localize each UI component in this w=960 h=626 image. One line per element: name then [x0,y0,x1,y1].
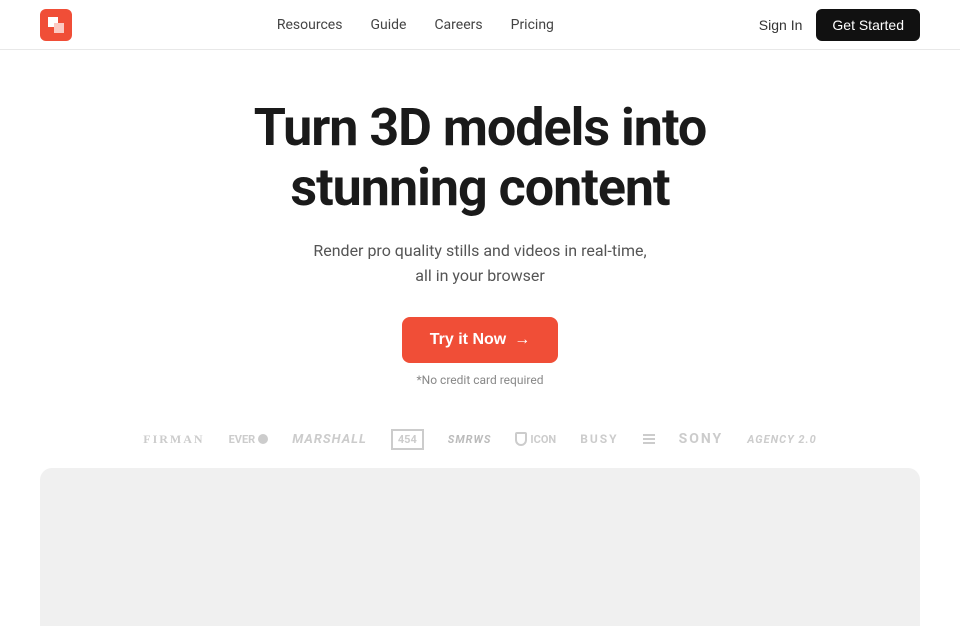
arrow-icon: → [514,331,530,349]
brand-sony: SONY [679,431,724,447]
get-started-button[interactable]: Get Started [816,9,920,41]
hero-subtitle: Render pro quality stills and videos in … [40,238,920,289]
brand-agency: Agency 2.0 [747,433,817,446]
brand-smrws: SMRWS [448,433,492,446]
nav-resources[interactable]: Resources [277,17,343,33]
brand-ever: EVER [229,433,269,446]
brand-icon: ICON [515,432,556,446]
brand-bars [643,434,655,444]
brand-logos: FIRMAN EVER Marshall 454 SMRWS ICON BUSY… [0,411,960,468]
nav-careers[interactable]: Careers [434,17,482,33]
site-header: Resources Guide Careers Pricing Sign In … [0,0,960,50]
main-nav: Resources Guide Careers Pricing [277,17,554,33]
sign-in-button[interactable]: Sign In [759,17,803,33]
try-it-now-button[interactable]: Try it Now → [402,317,558,363]
brand-firman: FIRMAN [143,432,204,447]
hero-title: Turn 3D models into stunning content [40,98,920,218]
product-preview [40,468,920,626]
brand-454: 454 [391,429,424,450]
brand-busy: BUSY [580,432,618,446]
header-actions: Sign In Get Started [759,9,920,41]
nav-guide[interactable]: Guide [370,17,406,33]
brand-marshall: Marshall [292,432,367,447]
no-credit-card-text: *No credit card required [40,373,920,387]
hero-section: Turn 3D models into stunning content Ren… [0,50,960,411]
logo[interactable] [40,9,72,41]
nav-pricing[interactable]: Pricing [511,17,554,33]
